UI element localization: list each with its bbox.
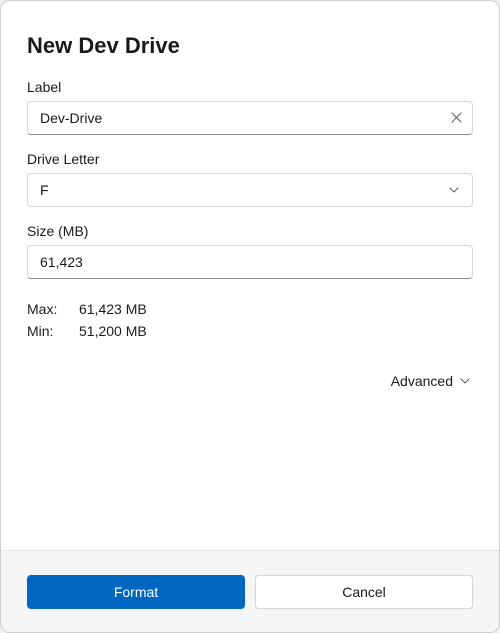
size-limits: Max: 61,423 MB Min: 51,200 MB bbox=[27, 301, 473, 339]
advanced-row: Advanced bbox=[27, 369, 473, 393]
label-input-wrap bbox=[27, 101, 473, 135]
dialog-footer: Format Cancel bbox=[1, 550, 499, 632]
min-value: 51,200 MB bbox=[79, 323, 147, 339]
dialog-title: New Dev Drive bbox=[27, 33, 473, 59]
close-icon bbox=[451, 111, 462, 126]
clear-label-button[interactable] bbox=[445, 107, 467, 129]
format-button-label: Format bbox=[114, 584, 158, 600]
drive-letter-value: F bbox=[40, 182, 49, 198]
new-dev-drive-dialog: New Dev Drive Label Drive Letter F Size … bbox=[0, 0, 500, 633]
advanced-toggle[interactable]: Advanced bbox=[389, 369, 473, 393]
min-label: Min: bbox=[27, 323, 79, 339]
cancel-button[interactable]: Cancel bbox=[255, 575, 473, 609]
chevron-down-icon bbox=[448, 184, 460, 196]
size-caption: Size (MB) bbox=[27, 223, 473, 239]
max-label: Max: bbox=[27, 301, 79, 317]
label-caption: Label bbox=[27, 79, 473, 95]
format-button[interactable]: Format bbox=[27, 575, 245, 609]
size-input[interactable] bbox=[27, 245, 473, 279]
label-input[interactable] bbox=[27, 101, 473, 135]
max-value: 61,423 MB bbox=[79, 301, 147, 317]
advanced-label: Advanced bbox=[391, 373, 453, 389]
cancel-button-label: Cancel bbox=[342, 584, 386, 600]
dialog-body: New Dev Drive Label Drive Letter F Size … bbox=[1, 1, 499, 550]
drive-letter-select[interactable]: F bbox=[27, 173, 473, 207]
min-row: Min: 51,200 MB bbox=[27, 323, 473, 339]
max-row: Max: 61,423 MB bbox=[27, 301, 473, 317]
size-input-wrap bbox=[27, 245, 473, 279]
chevron-down-icon bbox=[459, 375, 471, 387]
drive-letter-caption: Drive Letter bbox=[27, 151, 473, 167]
